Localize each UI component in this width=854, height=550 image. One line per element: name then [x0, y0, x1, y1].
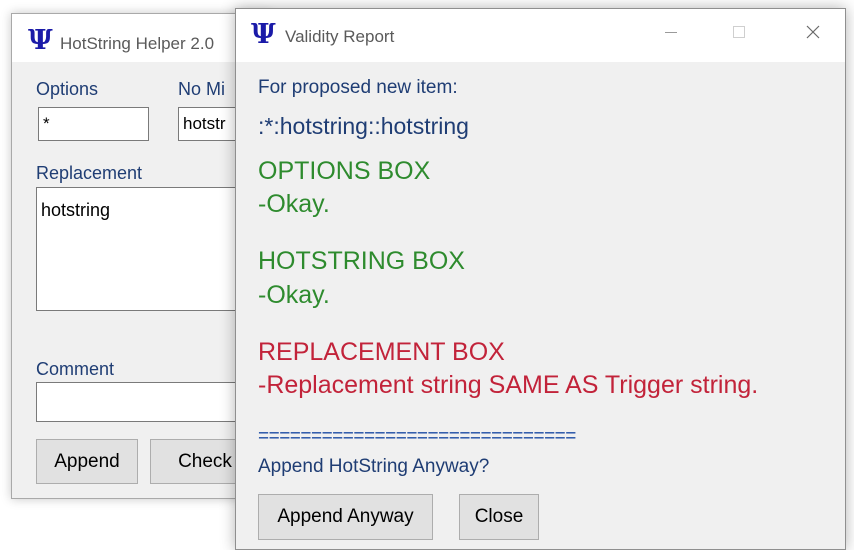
minimize-icon [665, 32, 677, 33]
proposed-item: :*:hotstring::hotstring [258, 113, 469, 139]
options-box-heading: OPTIONS BOX [258, 157, 431, 185]
validity-report-window: Ψ Validity Report For proposed new item:… [235, 8, 846, 550]
hotstring-helper-window: Ψ HotString Helper 2.0 Options No Mi Rep… [11, 13, 288, 499]
append-anyway-question: Append HotString Anyway? [258, 456, 490, 477]
comment-label: Comment [36, 359, 115, 379]
minimize-button[interactable] [648, 9, 694, 55]
psi-icon: Ψ [251, 19, 276, 50]
append-button[interactable]: Append [36, 439, 138, 484]
options-box-message: -Okay. [258, 190, 330, 218]
separator-line: ============================== [258, 426, 576, 447]
report-window-title: Validity Report [285, 27, 395, 46]
close-icon [806, 25, 820, 39]
hotstring-label: No Mi [178, 79, 226, 99]
psi-icon: Ψ [28, 25, 53, 56]
helper-titlebar[interactable]: Ψ HotString Helper 2.0 [12, 14, 270, 62]
hotstring-box-message: -Okay. [258, 281, 330, 309]
hotstring-box-heading: HOTSTRING BOX [258, 247, 465, 275]
maximize-button[interactable] [716, 9, 762, 55]
maximize-icon [733, 26, 745, 38]
report-intro: For proposed new item: [258, 77, 458, 98]
report-titlebar[interactable]: Ψ Validity Report [236, 9, 845, 62]
options-label: Options [36, 79, 99, 99]
close-button[interactable]: Close [459, 494, 539, 540]
append-anyway-button[interactable]: Append Anyway [258, 494, 433, 540]
replacement-box-message: -Replacement string SAME AS Trigger stri… [258, 371, 759, 399]
helper-window-title: HotString Helper 2.0 [60, 34, 215, 53]
options-input[interactable] [38, 107, 149, 141]
replacement-label: Replacement [36, 163, 143, 183]
replacement-box-heading: REPLACEMENT BOX [258, 338, 505, 366]
close-window-button[interactable] [790, 9, 836, 55]
